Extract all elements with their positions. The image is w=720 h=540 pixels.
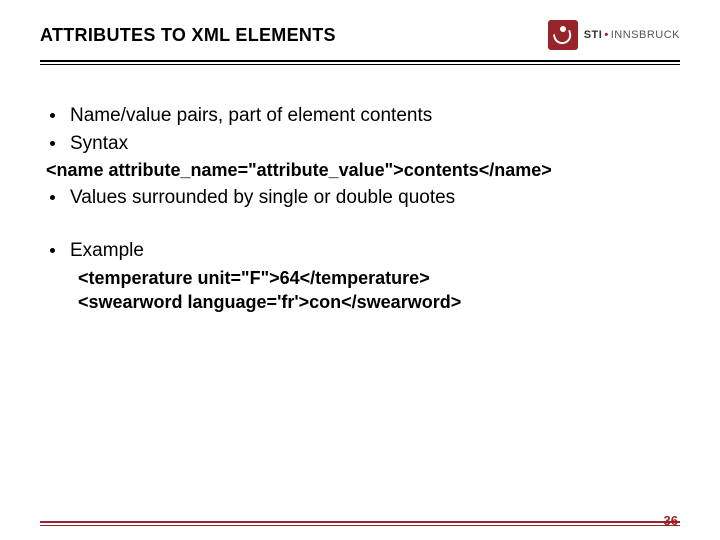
footer-rule-thick bbox=[40, 521, 680, 523]
bullet-text: Syntax bbox=[70, 131, 128, 157]
bullet-text: Values surrounded by single or double qu… bbox=[70, 185, 455, 211]
sti-logo-icon bbox=[548, 20, 578, 50]
slide-title: ATTRIBUTES TO XML ELEMENTS bbox=[40, 25, 336, 46]
bullet-item: Name/value pairs, part of element conten… bbox=[42, 103, 678, 129]
logo-brand: STI bbox=[584, 29, 603, 41]
bullet-dot-icon bbox=[50, 238, 56, 264]
bullet-dot-icon bbox=[50, 103, 56, 129]
bullet-dot-icon bbox=[50, 131, 56, 157]
syntax-code: <name attribute_name="attribute_value">c… bbox=[46, 158, 678, 182]
bullet-text: Name/value pairs, part of element conten… bbox=[70, 103, 432, 129]
example-block: Example <temperature unit="F">64</temper… bbox=[42, 238, 678, 314]
logo-org: INNSBRUCK bbox=[611, 29, 680, 41]
slide-content: Name/value pairs, part of element conten… bbox=[0, 65, 720, 314]
bullet-item: Syntax bbox=[42, 131, 678, 157]
logo-separator: • bbox=[604, 29, 608, 41]
footer-rule-thin bbox=[40, 525, 680, 526]
example-code-line: <swearword language='fr'>con</swearword> bbox=[78, 290, 678, 314]
slide-footer: 36 bbox=[0, 521, 720, 526]
bullet-item: Values surrounded by single or double qu… bbox=[42, 185, 678, 211]
bullet-item: Example bbox=[42, 238, 678, 264]
header-rule-thick bbox=[40, 60, 680, 62]
logo-area: STI•INNSBRUCK bbox=[548, 20, 680, 50]
bullet-text: Example bbox=[70, 238, 144, 264]
logo-text: STI•INNSBRUCK bbox=[584, 29, 680, 41]
example-code-line: <temperature unit="F">64</temperature> bbox=[78, 266, 678, 290]
page-number: 36 bbox=[664, 513, 678, 528]
slide-header: ATTRIBUTES TO XML ELEMENTS STI•INNSBRUCK bbox=[0, 0, 720, 60]
bullet-dot-icon bbox=[50, 185, 56, 211]
